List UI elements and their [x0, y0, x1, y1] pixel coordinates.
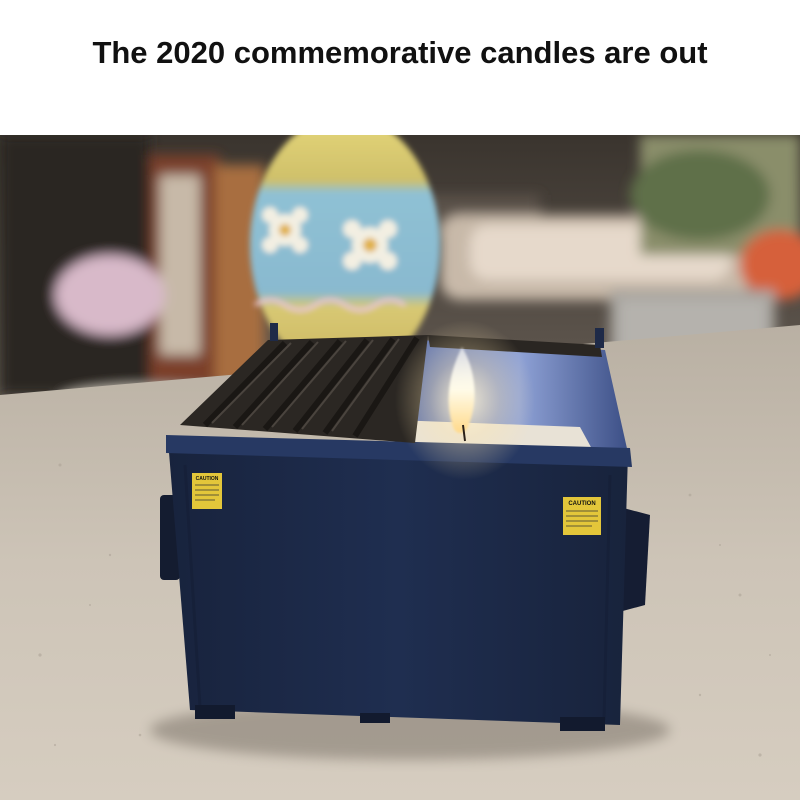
- right-caution-sticker: CAUTION: [563, 497, 601, 535]
- center-skid: [360, 713, 390, 723]
- right-skid: [560, 717, 605, 731]
- dumpster-body: [168, 440, 628, 725]
- meme-caption: The 2020 commemorative candles are out: [92, 35, 708, 70]
- left-skid: [195, 705, 235, 719]
- left-caution-label: CAUTION: [196, 476, 219, 482]
- left-hinge: [270, 323, 278, 341]
- meme-caption-area: The 2020 commemorative candles are out: [0, 0, 800, 135]
- left-caution-sticker: CAUTION: [192, 473, 222, 509]
- right-caution-label: CAUTION: [568, 501, 595, 507]
- dumpster-candle-photo: CAUTION CAUTION: [0, 135, 800, 800]
- right-hinge: [595, 328, 604, 348]
